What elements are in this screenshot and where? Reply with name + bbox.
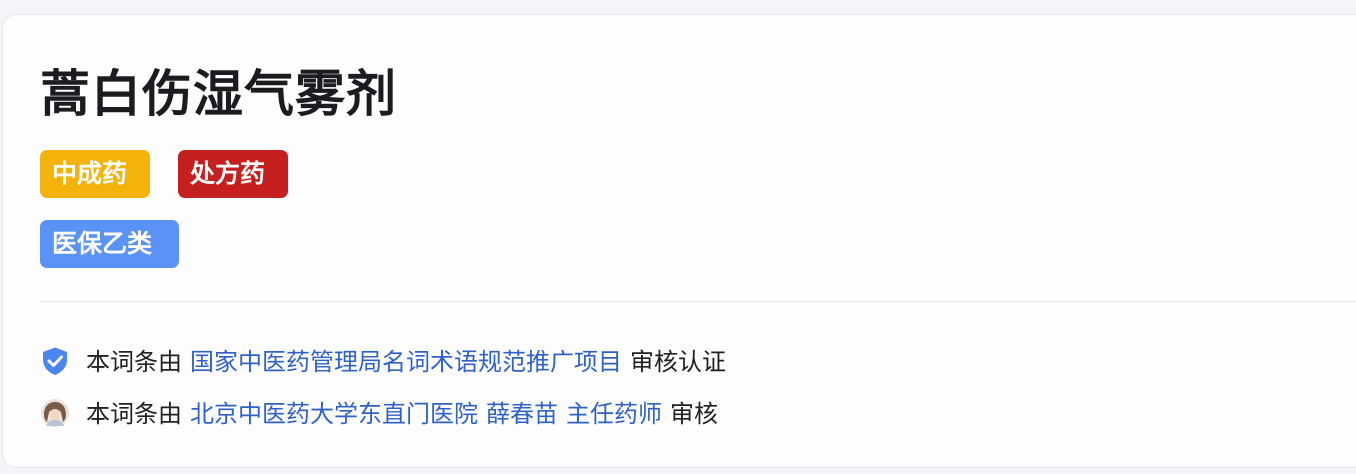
certification-line: 本词条由 国家中医药管理局名词术语规范推广项目 审核认证 — [40, 344, 726, 380]
reviewer-line: 本词条由 北京中医药大学东直门医院 薛春苗 主任药师 审核 — [40, 396, 718, 432]
divider — [40, 301, 1356, 302]
certification-organization-link[interactable]: 国家中医药管理局名词术语规范推广项目 — [190, 348, 622, 376]
tag-prescription-drug[interactable]: 处方药 — [178, 150, 288, 198]
reviewer-avatar[interactable] — [40, 398, 70, 428]
entry-title: 蒿白伤湿气雾剂 — [40, 65, 397, 123]
certification-prefix: 本词条由 — [86, 348, 182, 376]
certification-suffix: 审核认证 — [630, 348, 726, 376]
reviewer-name-link[interactable]: 薛春苗 — [486, 400, 558, 428]
tag-chinese-patent-medicine[interactable]: 中成药 — [40, 150, 150, 198]
reviewer-prefix: 本词条由 — [86, 400, 182, 428]
tag-insurance-class-b[interactable]: 医保乙类 — [40, 220, 179, 268]
reviewer-suffix: 审核 — [670, 400, 718, 428]
reviewer-title-link[interactable]: 主任药师 — [566, 400, 662, 428]
verified-shield-icon — [40, 346, 70, 376]
reviewer-hospital-link[interactable]: 北京中医药大学东直门医院 — [190, 400, 478, 428]
